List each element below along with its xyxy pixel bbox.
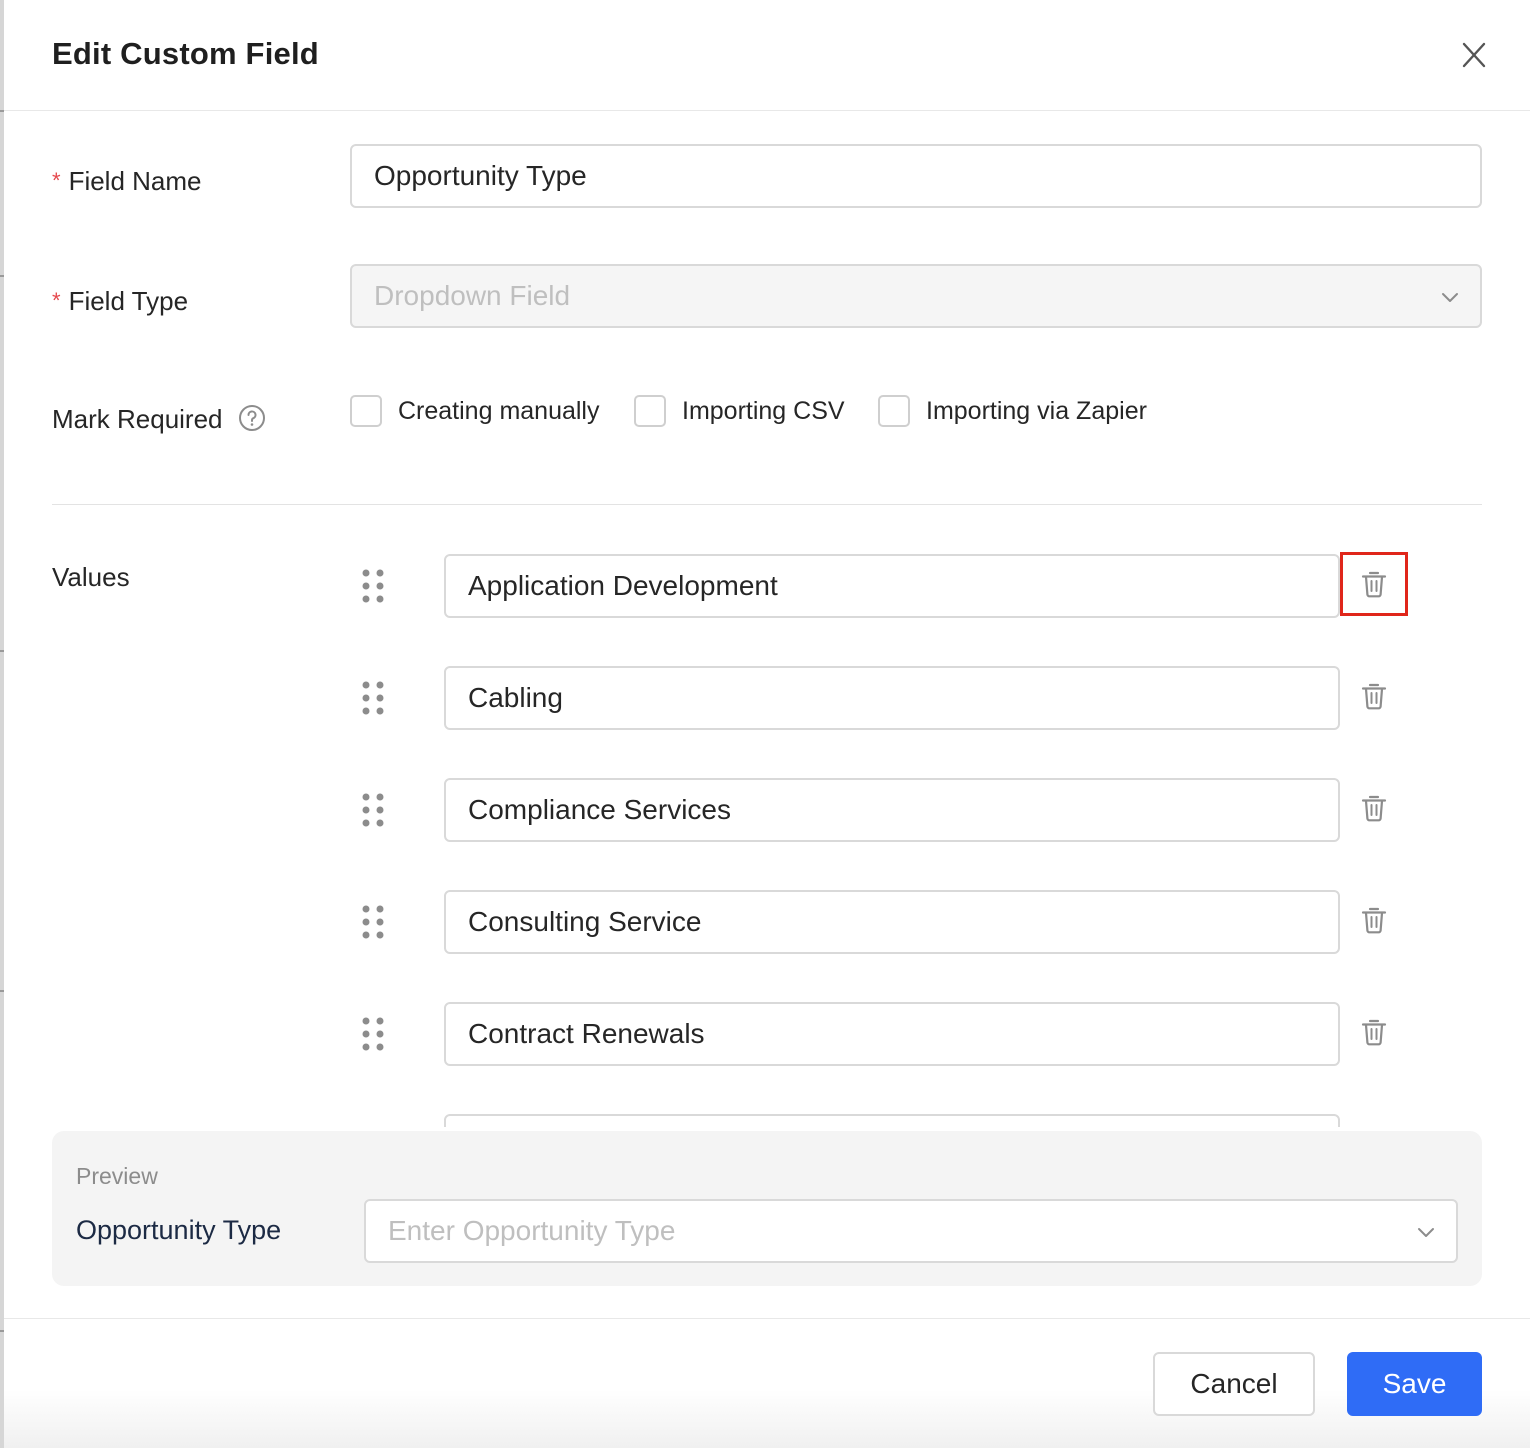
preview-panel: Preview Opportunity Type Enter Opportuni… <box>52 1131 1482 1286</box>
field-name-label-text: Field Name <box>68 166 202 196</box>
trash-icon <box>1361 795 1387 822</box>
preview-label: Preview <box>76 1163 158 1189</box>
checkbox-label: Creating manually <box>398 396 600 425</box>
required-asterisk: * <box>52 288 61 313</box>
delete-value-button[interactable] <box>1340 776 1408 840</box>
delete-value-button[interactable] <box>1340 552 1408 616</box>
value-input[interactable] <box>444 554 1340 618</box>
value-input[interactable] <box>444 666 1340 730</box>
checkbox-box[interactable] <box>878 395 910 427</box>
section-divider <box>52 504 1482 505</box>
save-button[interactable]: Save <box>1347 1352 1482 1416</box>
question-circle-icon[interactable] <box>238 404 266 432</box>
value-row <box>4 778 1530 842</box>
value-row <box>4 1114 1530 1127</box>
field-type-label: * Field Type <box>52 286 188 317</box>
dialog-title: Edit Custom Field <box>52 36 319 71</box>
checkbox-label: Importing CSV <box>682 396 845 425</box>
trash-icon <box>1361 571 1387 598</box>
chevron-down-icon <box>1442 293 1458 302</box>
value-input[interactable] <box>444 1114 1340 1127</box>
value-input[interactable] <box>444 890 1340 954</box>
edge-tick <box>0 275 4 277</box>
preview-placeholder: Enter Opportunity Type <box>388 1215 676 1246</box>
mark-required-label: Mark Required <box>52 404 266 435</box>
trash-icon <box>1361 1019 1387 1046</box>
value-input[interactable] <box>444 778 1340 842</box>
field-name-label: * Field Name <box>52 166 202 197</box>
drag-handle-icon[interactable] <box>360 680 386 716</box>
value-row <box>4 666 1530 730</box>
values-list[interactable] <box>4 530 1530 1127</box>
drag-handle-icon[interactable] <box>360 1016 386 1052</box>
value-input[interactable] <box>444 1002 1340 1066</box>
drag-handle-icon[interactable] <box>360 792 386 828</box>
dialog-footer: Cancel Save <box>4 1318 1530 1448</box>
field-type-select[interactable]: Dropdown Field <box>350 264 1482 328</box>
drag-handle-icon[interactable] <box>360 904 386 940</box>
value-row <box>4 890 1530 954</box>
cancel-button[interactable]: Cancel <box>1153 1352 1315 1416</box>
required-asterisk: * <box>52 168 61 193</box>
preview-select[interactable]: Enter Opportunity Type <box>364 1199 1458 1263</box>
trash-icon <box>1361 907 1387 934</box>
field-type-label-text: Field Type <box>68 286 189 316</box>
close-icon <box>1462 42 1486 68</box>
delete-value-button[interactable] <box>1340 1000 1408 1064</box>
mark-required-label-text: Mark Required <box>52 404 223 434</box>
preview-field-label: Opportunity Type <box>76 1215 282 1245</box>
value-row <box>4 1002 1530 1066</box>
dialog-header: Edit Custom Field <box>4 0 1530 111</box>
field-name-input[interactable] <box>350 144 1482 208</box>
delete-value-button[interactable] <box>1340 664 1408 728</box>
trash-icon <box>1361 683 1387 710</box>
delete-value-button[interactable] <box>1340 888 1408 952</box>
close-button[interactable] <box>1456 38 1492 72</box>
checkbox-box[interactable] <box>350 395 382 427</box>
drag-handle-icon[interactable] <box>360 568 386 604</box>
checkbox-creating-manually[interactable]: Creating manually <box>350 395 600 427</box>
checkbox-box[interactable] <box>634 395 666 427</box>
checkbox-label: Importing via Zapier <box>926 396 1147 425</box>
checkbox-importing-zapier[interactable]: Importing via Zapier <box>878 395 1147 427</box>
field-type-value: Dropdown Field <box>374 280 571 311</box>
value-row <box>4 552 1530 618</box>
checkbox-importing-csv[interactable]: Importing CSV <box>634 395 845 427</box>
chevron-down-icon <box>1418 1228 1434 1237</box>
